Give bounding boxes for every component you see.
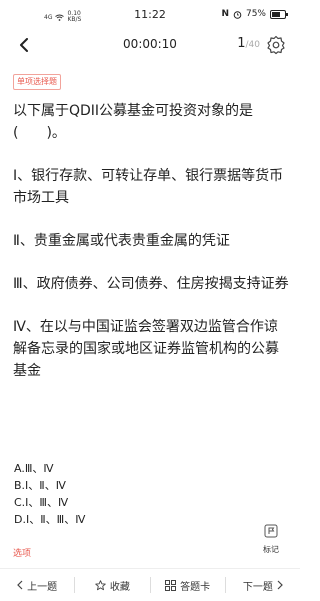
nfc-icon: N [221, 9, 229, 19]
question-type-badge: 单项选择题 [13, 74, 61, 90]
system-indicators: N 75% [221, 9, 288, 19]
status-bar: 4G 0.10 KB/S 11:22 N 75% [0, 0, 300, 30]
question-body: 以下属于QDII公募基金可投资对象的是( )。 Ⅰ、银行存款、可转让存单、银行票… [13, 100, 289, 382]
option-c[interactable]: C.Ⅰ、Ⅲ、Ⅳ [14, 494, 85, 511]
answer-options: A.Ⅲ、Ⅳ B.Ⅰ、Ⅱ、Ⅳ C.Ⅰ、Ⅲ、Ⅳ D.Ⅰ、Ⅱ、Ⅲ、Ⅳ [14, 460, 85, 528]
total-questions: /40 [245, 40, 260, 50]
answer-card-button[interactable]: 答题卡 [151, 578, 225, 593]
answer-card-label: 答题卡 [180, 581, 211, 593]
mark-button[interactable]: 标记 [255, 523, 287, 554]
current-question-number: 1 [237, 36, 246, 51]
battery-icon [270, 9, 288, 19]
star-icon [95, 579, 106, 590]
favorite-button[interactable]: 收藏 [75, 578, 149, 593]
grid-icon [165, 579, 177, 591]
option-a[interactable]: A.Ⅲ、Ⅳ [14, 460, 85, 477]
flag-icon [264, 524, 278, 538]
alarm-icon [233, 10, 242, 19]
statement-item: Ⅲ、政府债券、公司债券、住房按揭支持证券 [13, 276, 289, 292]
chevron-left-icon [17, 580, 23, 590]
bottom-toolbar: 上一题 收藏 答题卡 下一题 [0, 568, 300, 601]
question-stem: 以下属于QDII公募基金可投资对象的是( )。 [13, 103, 254, 141]
option-b[interactable]: B.Ⅰ、Ⅱ、Ⅳ [14, 477, 85, 494]
statement-item: Ⅳ、在以与中国证监会签署双边监管合作谅解备忘录的国家或地区证券监管机构的公募基金 [13, 319, 279, 379]
options-tab[interactable]: 选项 [13, 546, 31, 559]
favorite-label: 收藏 [109, 581, 130, 593]
statement-item: Ⅱ、贵重金属或代表贵重金属的凭证 [13, 233, 230, 249]
next-question-button[interactable]: 下一题 [226, 578, 300, 593]
statement-item: Ⅰ、银行存款、可转让存单、银行票据等货币市场工具 [13, 168, 284, 206]
chevron-right-icon [277, 580, 283, 590]
next-label: 下一题 [242, 581, 273, 593]
gear-icon [267, 35, 285, 55]
mark-label: 标记 [263, 545, 279, 554]
option-d[interactable]: D.Ⅰ、Ⅱ、Ⅲ、Ⅳ [14, 511, 85, 528]
prev-question-button[interactable]: 上一题 [0, 578, 74, 593]
question-counter: 1/40 [237, 36, 260, 51]
top-nav: 00:00:10 1/40 [0, 30, 300, 60]
battery-percent: 75% [245, 9, 266, 19]
prev-label: 上一题 [27, 581, 58, 593]
settings-button[interactable] [266, 35, 286, 55]
